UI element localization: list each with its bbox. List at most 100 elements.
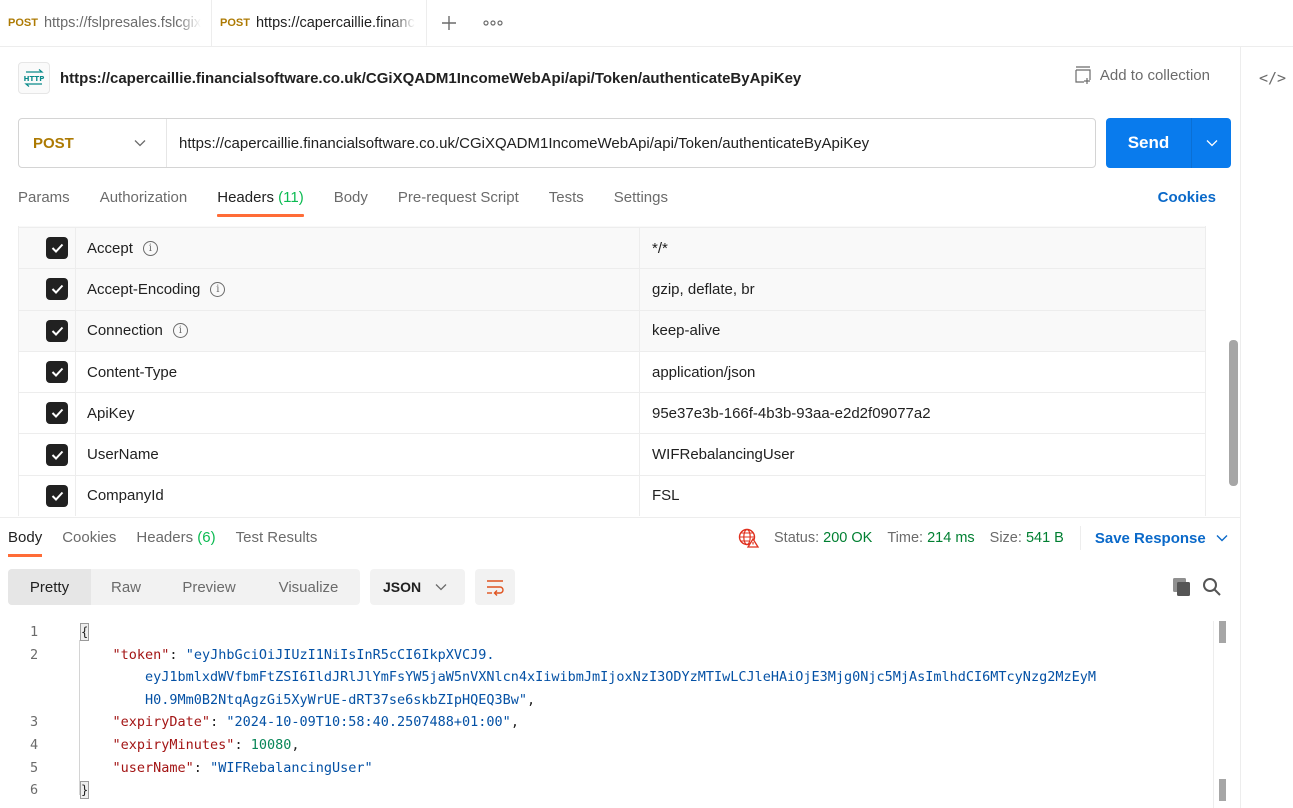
header-value: gzip, deflate, br	[652, 280, 755, 298]
header-key: ApiKey	[87, 404, 135, 422]
search-icon[interactable]	[1202, 577, 1222, 597]
editor-scrollbar-thumb[interactable]	[1219, 621, 1226, 643]
more-tabs-button[interactable]	[471, 0, 515, 46]
view-preview[interactable]: Preview	[161, 569, 257, 605]
header-key-cell[interactable]: Connection i	[76, 310, 640, 351]
tab-authorization[interactable]: Authorization	[100, 180, 188, 218]
line-number: 6	[30, 782, 39, 799]
header-value-cell[interactable]: WIFRebalancingUser	[640, 434, 1205, 474]
response-headers-count: (6)	[197, 529, 216, 546]
header-value-cell[interactable]: gzip, deflate, br	[640, 269, 1205, 309]
response-tab-headers[interactable]: Headers (6)	[136, 520, 215, 554]
network-globe-warning-icon[interactable]	[738, 528, 760, 548]
header-checkbox-cell	[19, 228, 76, 269]
headers-count: (11)	[278, 189, 304, 206]
info-icon[interactable]: i	[142, 240, 158, 256]
save-response-button[interactable]: Save Response	[1095, 530, 1228, 547]
header-key-cell[interactable]: UserName	[76, 434, 640, 475]
request-tab-1[interactable]: POST https://fslpresales.fslcgix	[0, 0, 212, 46]
url-input[interactable]	[167, 119, 1095, 167]
wrap-lines-button[interactable]	[475, 569, 515, 605]
new-tab-button[interactable]	[427, 0, 471, 46]
header-key-cell[interactable]: CompanyId	[76, 475, 640, 516]
header-value-cell[interactable]: application/json	[640, 352, 1205, 392]
editor-scrollbar-thumb[interactable]	[1219, 779, 1226, 801]
code-token: :	[210, 714, 227, 731]
tab-params[interactable]: Params	[18, 180, 70, 218]
tab-label: Settings	[613, 189, 668, 206]
view-pretty[interactable]: Pretty	[8, 569, 91, 605]
request-tab-2[interactable]: POST https://capercaillie.financ	[212, 0, 427, 46]
method-value: POST	[33, 134, 74, 152]
code-token: ,	[510, 714, 519, 731]
view-raw[interactable]: Raw	[91, 569, 161, 605]
copy-icon[interactable]	[1172, 577, 1192, 597]
line-number: 5	[30, 759, 39, 776]
header-enabled-checkbox[interactable]	[46, 237, 68, 260]
header-enabled-checkbox[interactable]	[46, 402, 68, 425]
view-visualize[interactable]: Visualize	[257, 569, 360, 605]
header-enabled-checkbox[interactable]	[46, 443, 68, 466]
header-enabled-checkbox[interactable]	[46, 484, 68, 507]
code-token: "expiryDate"	[112, 714, 211, 731]
code-line: 3 "expiryDate": "2024-10-09T10:58:40.250…	[0, 711, 1212, 733]
status-label: Status:	[774, 530, 820, 546]
response-status-bar: Status: 200 OK Time: 214 ms Size: 541 B …	[738, 526, 1228, 550]
tab-body[interactable]: Body	[334, 180, 368, 218]
header-value-cell[interactable]: keep-alive	[640, 311, 1205, 351]
right-sidebar: </>	[1240, 47, 1293, 808]
info-icon[interactable]: i	[172, 323, 188, 339]
tab-headers[interactable]: Headers (11)	[217, 180, 305, 218]
code-token: 10080	[250, 737, 292, 753]
header-key-cell[interactable]: Accept i	[76, 228, 640, 269]
checkmark-icon	[51, 450, 63, 460]
header-value: */*	[652, 239, 668, 257]
header-enabled-checkbox[interactable]	[46, 319, 68, 342]
pane-divider[interactable]	[0, 517, 1240, 518]
header-checkbox-cell	[19, 351, 76, 393]
add-to-collection-button[interactable]: Add to collection	[1074, 66, 1210, 84]
chevron-down-icon	[435, 584, 447, 591]
cookies-link[interactable]: Cookies	[1158, 189, 1216, 206]
header-key-cell[interactable]: ApiKey	[76, 393, 640, 434]
code-token: "token"	[112, 646, 170, 663]
tab-settings[interactable]: Settings	[614, 180, 668, 218]
tab-tests[interactable]: Tests	[549, 180, 584, 218]
response-tab-cookies[interactable]: Cookies	[62, 520, 116, 554]
header-row: Connection i keep-alive	[19, 310, 1205, 352]
request-title[interactable]: https://capercaillie.financialsoftware.c…	[60, 70, 801, 87]
method-select[interactable]: POST	[19, 119, 167, 167]
header-value-cell[interactable]: 95e37e3b-166f-4b3b-93aa-e2d2f09077a2	[640, 393, 1205, 433]
size-value[interactable]: 541 B	[1026, 530, 1064, 546]
tab-label: Headers	[217, 189, 274, 206]
tab-bar: POST https://fslpresales.fslcgix POST ht…	[0, 0, 1293, 47]
code-snippet-icon[interactable]: </>	[1259, 69, 1286, 87]
format-select[interactable]: JSON	[370, 569, 465, 605]
time-value[interactable]: 214 ms	[927, 530, 975, 546]
header-enabled-checkbox[interactable]	[46, 278, 68, 301]
code-token: ,	[291, 737, 300, 753]
info-icon[interactable]: i	[210, 281, 226, 297]
code-text: {	[80, 623, 89, 641]
response-tab-test-results[interactable]: Test Results	[236, 520, 318, 554]
send-button[interactable]: Send	[1106, 118, 1191, 168]
status-value[interactable]: 200 OK	[823, 530, 872, 546]
response-body-editor[interactable]: 1{2 "token": "eyJhbGciOiJIUzI1NiIsInR5cC…	[0, 620, 1212, 808]
tab-label: Headers	[136, 529, 194, 546]
tab-label: Tests	[548, 189, 584, 206]
code-line: eyJ1bmlxdWVfbmFtZSI6IldJRlJlYmFsYW5jaW5n…	[0, 666, 1212, 688]
header-key-cell[interactable]: Accept-Encoding i	[76, 269, 640, 310]
request-title-row: HTTP https://capercaillie.financialsoftw…	[18, 62, 1228, 94]
header-key: CompanyId	[87, 487, 164, 505]
checkmark-icon	[51, 326, 63, 336]
header-key-cell[interactable]: Content-Type	[76, 351, 640, 393]
headers-scrollbar[interactable]	[1229, 340, 1238, 486]
header-value-cell[interactable]: */*	[640, 228, 1205, 268]
send-options-button[interactable]	[1191, 118, 1231, 168]
tab-pre-request-script[interactable]: Pre-request Script	[398, 180, 519, 218]
header-value: WIFRebalancingUser	[652, 446, 795, 464]
response-tab-body[interactable]: Body	[8, 520, 43, 557]
header-enabled-checkbox[interactable]	[46, 361, 68, 384]
header-value-cell[interactable]: FSL	[640, 476, 1205, 516]
